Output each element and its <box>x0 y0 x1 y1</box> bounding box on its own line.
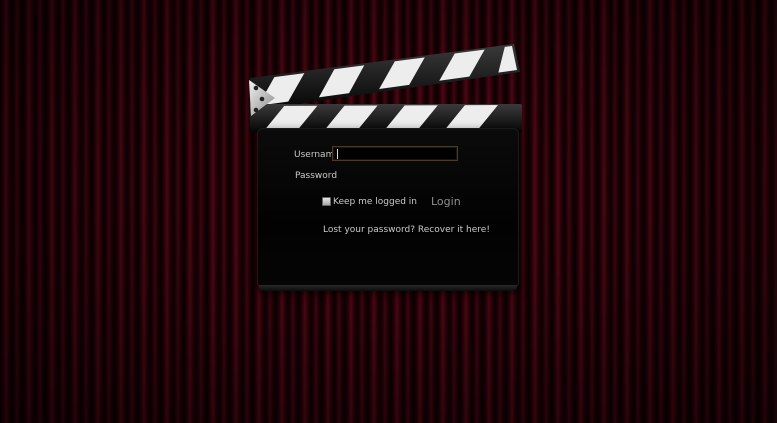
clapperboard-ledge <box>259 285 517 291</box>
password-label: Password <box>295 171 338 181</box>
username-input[interactable] <box>332 146 458 161</box>
keep-logged-in-label: Keep me logged in <box>333 197 418 207</box>
recover-password-link[interactable]: Lost your password? Recover it here! <box>323 225 490 235</box>
login-button[interactable]: Login <box>431 195 461 208</box>
text-caret <box>337 149 338 159</box>
keep-logged-in-checkbox[interactable] <box>322 197 331 206</box>
password-input[interactable] <box>332 167 462 184</box>
